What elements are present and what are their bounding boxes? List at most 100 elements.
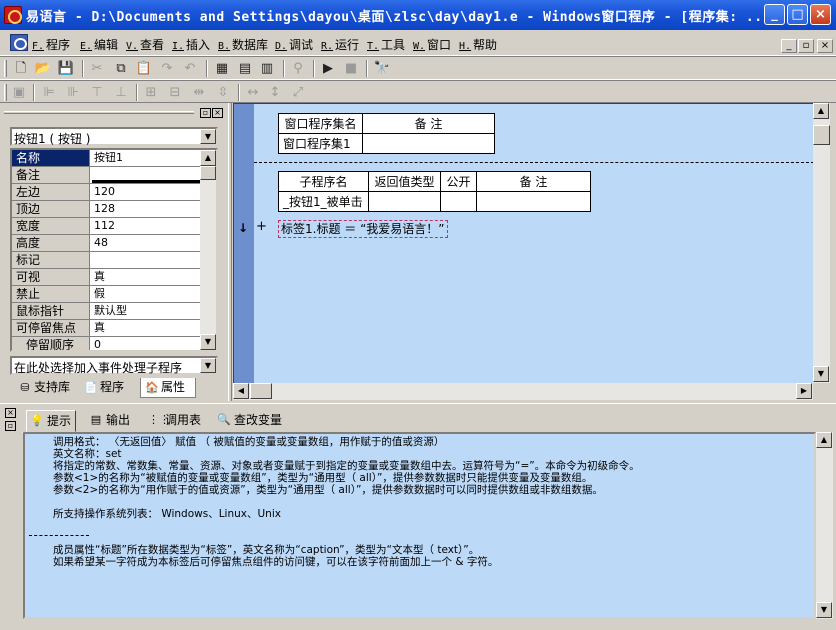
maximize-button[interactable]: □	[787, 4, 808, 25]
scroll-left-icon[interactable]: ◀	[233, 383, 249, 399]
tab-property[interactable]: 🏠 属性	[140, 378, 196, 398]
property-row[interactable]: 名称 按钮1	[12, 150, 200, 167]
property-row[interactable]: 左边 120	[12, 184, 200, 201]
menu-database[interactable]: B. 数据库	[218, 36, 268, 53]
close-button[interactable]: ×	[810, 4, 831, 25]
property-value[interactable]: 48	[92, 235, 200, 251]
property-value[interactable]: 假	[92, 286, 200, 302]
component-select[interactable]: 按钮1 ( 按钮 ) ▼	[10, 127, 218, 146]
vertical-splitter[interactable]	[228, 103, 232, 401]
undo-icon[interactable]: ↶	[181, 60, 199, 78]
align-left-icon[interactable]: ⊫	[40, 84, 58, 102]
tab-program[interactable]: 📄 程序	[80, 378, 136, 398]
menu-edit[interactable]: E. 编辑	[80, 36, 118, 53]
space-vertical-icon[interactable]: ⇳	[214, 84, 232, 102]
property-value[interactable]	[92, 167, 200, 183]
minimize-button[interactable]: _	[764, 4, 785, 25]
run-icon[interactable]: ▶	[319, 60, 337, 78]
copy-icon[interactable]: ⧉	[112, 60, 130, 78]
center-horizontal-icon[interactable]: ⊞	[142, 84, 160, 102]
property-value[interactable]: 真	[92, 269, 200, 285]
same-height-icon[interactable]: ↕	[266, 84, 284, 102]
menu-run[interactable]: R. 运行	[321, 36, 359, 53]
title-bar[interactable]: 易语言 - D:\Documents and Settings\dayou\桌面…	[0, 0, 836, 30]
property-scrollbar[interactable]: ▲ ▼	[200, 150, 216, 350]
property-row[interactable]: 宽度 112	[12, 218, 200, 235]
menu-insert[interactable]: I. 插入	[172, 36, 210, 53]
scroll-down-icon[interactable]: ▼	[813, 366, 829, 382]
property-value[interactable]: 128	[92, 201, 200, 217]
tab-hint[interactable]: 💡 提示	[26, 410, 76, 432]
panel-restore-button[interactable]: ▫	[200, 108, 211, 118]
mdi-restore-button[interactable]: ▫	[798, 39, 814, 53]
code-editor[interactable]: 窗口程序集名 备 注 窗口程序集1 子程序名 返回值类型 公开 备 注 _按钮1…	[233, 103, 813, 383]
expand-plus-icon[interactable]: +	[256, 219, 267, 234]
property-value[interactable]: 真	[92, 320, 200, 336]
menu-window[interactable]: W. 窗口	[413, 36, 451, 53]
scroll-thumb[interactable]	[813, 125, 830, 145]
toolbar-grip[interactable]	[4, 84, 7, 101]
property-row[interactable]: 顶边 128	[12, 201, 200, 218]
layout3-icon[interactable]: ▥	[258, 60, 276, 78]
property-row[interactable]: 高度 48	[12, 235, 200, 252]
grid-icon[interactable]: ▣	[10, 84, 28, 102]
center-vertical-icon[interactable]: ⊟	[166, 84, 184, 102]
table-cell[interactable]	[362, 133, 495, 154]
property-row[interactable]: 禁止假	[12, 286, 200, 303]
property-value[interactable]: 默认型	[92, 303, 200, 319]
scroll-down-icon[interactable]: ▼	[816, 602, 832, 618]
debug-icon[interactable]: 🔭	[373, 60, 391, 78]
tab-inspect-variable[interactable]: 🔍 查改变量	[214, 410, 290, 432]
align-right-icon[interactable]: ⊪	[64, 84, 82, 102]
scroll-up-icon[interactable]: ▲	[813, 103, 829, 119]
new-file-icon[interactable]: 🗋	[12, 60, 30, 78]
mdi-close-button[interactable]: ×	[817, 39, 833, 53]
save-icon[interactable]: 💾	[57, 60, 75, 78]
menu-view[interactable]: V. 查看	[126, 36, 164, 53]
same-size-icon[interactable]: ⤢	[289, 84, 307, 102]
property-row[interactable]: 备注	[12, 167, 200, 184]
align-top-icon[interactable]: ⊤	[88, 84, 106, 102]
property-row[interactable]: 标记	[12, 252, 200, 269]
stop-icon[interactable]: ■	[342, 60, 360, 78]
same-width-icon[interactable]: ↔	[244, 84, 262, 102]
property-row[interactable]: 鼠标指针 默认型	[12, 303, 200, 320]
scroll-down-icon[interactable]: ▼	[200, 334, 216, 350]
hint-text-area[interactable]: 调用格式： 〈无返回值〉 赋值 （ 被赋值的变量或变量数组，用作赋于的值或资源）…	[23, 432, 816, 619]
mdi-minimize-button[interactable]: _	[781, 39, 797, 53]
event-select[interactable]: 在此处选择加入事件处理子程序 ▼	[10, 356, 218, 375]
tab-output[interactable]: ▤ 输出	[86, 410, 136, 432]
open-folder-icon[interactable]: 📂	[34, 60, 52, 78]
paste-icon[interactable]: 📋	[135, 60, 153, 78]
hint-vertical-scrollbar[interactable]: ▲ ▼	[816, 432, 833, 619]
layout1-icon[interactable]: ▦	[213, 60, 231, 78]
menu-debug[interactable]: D. 调试	[275, 36, 313, 53]
space-horizontal-icon[interactable]: ⇹	[190, 84, 208, 102]
pin-icon[interactable]: ⚲	[289, 60, 307, 78]
scroll-thumb[interactable]	[200, 166, 216, 180]
property-row[interactable]: 停留顺序 0	[12, 337, 200, 350]
property-value[interactable]	[92, 252, 200, 268]
panel-close-button[interactable]: ×	[212, 108, 223, 118]
property-value[interactable]: 0	[92, 337, 200, 350]
chevron-down-icon[interactable]: ▼	[200, 129, 216, 144]
chevron-down-icon[interactable]: ▼	[200, 358, 216, 373]
panel-restore-button[interactable]: ▫	[5, 421, 16, 431]
code-horizontal-scrollbar[interactable]: ◀ ▶	[233, 383, 813, 400]
scroll-right-icon[interactable]: ▶	[796, 383, 812, 399]
table-cell[interactable]	[368, 191, 441, 212]
property-row[interactable]: 可停留焦点真	[12, 320, 200, 337]
panel-close-button[interactable]: ×	[5, 408, 16, 418]
layout2-icon[interactable]: ▤	[236, 60, 254, 78]
panel-grip[interactable]	[4, 111, 194, 114]
table-cell[interactable]	[476, 191, 591, 212]
property-value[interactable]: 112	[92, 218, 200, 234]
tab-library[interactable]: ⛁ 支持库	[14, 378, 76, 398]
document-icon[interactable]	[10, 34, 28, 51]
menu-help[interactable]: H. 帮助	[459, 36, 497, 53]
cut-icon[interactable]: ✂	[88, 60, 106, 78]
property-value[interactable]: 120	[92, 184, 200, 200]
toolbar-grip[interactable]	[4, 60, 7, 77]
property-value[interactable]: 按钮1	[92, 150, 200, 166]
code-vertical-scrollbar[interactable]: ▲ ▼	[813, 103, 830, 383]
